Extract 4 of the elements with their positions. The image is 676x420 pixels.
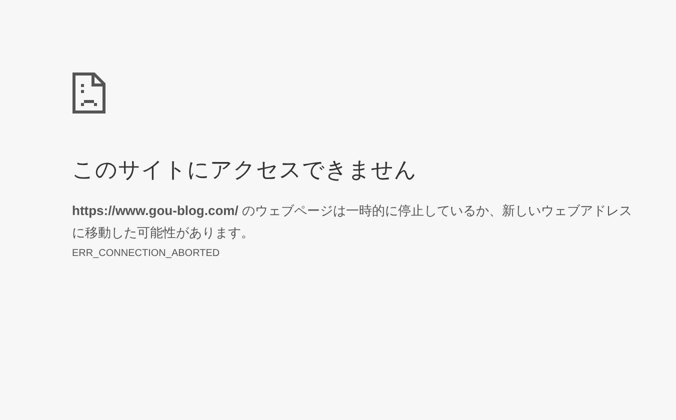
error-heading: このサイトにアクセスできません [72,156,418,184]
sad-page-icon [72,72,106,114]
error-message: https://www.gou-blog.com/ のウェブページは一時的に停止しているか、新しいウェブアドレスに移動した可能性があります。 [72,202,633,242]
error-code: ERR_CONNECTION_ABORTED [72,248,221,259]
